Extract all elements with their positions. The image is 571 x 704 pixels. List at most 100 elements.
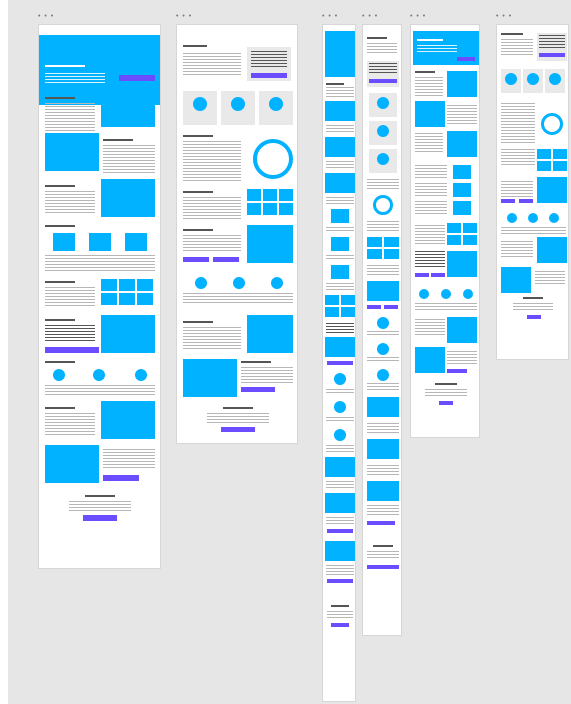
artboard-menu-icon[interactable]: • • • [362,13,378,20]
gallery-image [137,279,153,291]
cta-button[interactable] [415,273,429,277]
cta-button[interactable] [431,273,445,277]
body-text [45,191,95,213]
cta-button[interactable] [103,475,139,481]
body-text [183,53,241,77]
artboard-tablet[interactable] [410,24,480,438]
body-text [183,141,241,183]
stats-panel [537,33,567,61]
artboard-tablet-alt[interactable] [496,24,569,360]
gallery-image [101,279,117,291]
feature-icon [377,97,389,109]
cta-button[interactable] [447,369,467,373]
gallery-image [279,189,293,201]
cta-button[interactable] [327,529,353,533]
feature-icon [549,73,561,85]
gallery-image [341,295,355,305]
avatar-placeholder [528,213,538,223]
artboard-menu-icon[interactable]: • • • [410,13,426,20]
body-text [326,481,354,489]
avatar-placeholder [195,277,207,289]
hero-cta-button[interactable] [457,57,475,61]
gallery-image [553,149,567,159]
footer-text [367,551,399,559]
footer-button[interactable] [527,315,541,319]
image-placeholder [101,401,155,439]
body-text [45,103,95,133]
cta-button[interactable] [183,257,209,262]
cta-button[interactable] [241,387,275,392]
stats-button[interactable] [251,73,287,78]
body-text [45,325,95,343]
body-text [367,43,397,55]
image-placeholder [247,315,293,353]
body-text [45,413,95,435]
hero-cta-button[interactable] [119,75,155,81]
image-placeholder [325,457,355,477]
artboard-desktop-alt[interactable] [176,24,298,444]
image-placeholder [415,347,445,373]
feature-card [501,69,521,93]
artboard-mobile[interactable] [322,24,356,702]
body-text [415,225,445,245]
image-placeholder [45,133,99,171]
artboard-menu-icon[interactable]: • • • [322,13,338,20]
footer-button[interactable] [83,515,117,521]
avatar-placeholder [334,401,346,413]
image-placeholder [325,337,355,357]
artboard-menu-icon[interactable]: • • • [38,13,54,20]
footer-button[interactable] [331,623,349,627]
gallery-image [447,223,461,233]
feature-icon [377,125,389,137]
stats-text [369,63,397,75]
stats-button[interactable] [369,79,397,83]
design-canvas[interactable]: • • • • • • • • • • • • • • • • • • [8,0,571,704]
footer-heading [223,407,253,409]
cta-button[interactable] [367,305,381,309]
stats-button[interactable] [539,53,565,57]
cta-button[interactable] [384,305,398,309]
body-text [535,271,565,285]
image-placeholder [247,225,293,263]
gallery-image [341,307,355,317]
body-text [501,149,535,167]
footer-text [327,611,353,619]
body-text [183,327,241,349]
card-text [415,201,447,215]
body-text [501,39,533,55]
gallery-image [119,293,135,305]
stats-text [251,51,287,67]
avatar-placeholder [441,289,451,299]
cta-button[interactable] [327,579,353,583]
artboard-menu-icon[interactable]: • • • [496,13,512,20]
cta-button[interactable] [519,199,533,203]
gallery-image [537,149,551,159]
footer-text [425,389,467,397]
cta-button[interactable] [327,361,353,365]
cta-button[interactable] [501,199,515,203]
section-heading [326,83,344,85]
cta-button[interactable] [45,347,99,353]
footer-button[interactable] [367,565,399,569]
body-text [103,449,155,469]
footer-button[interactable] [221,427,255,432]
card-image [53,233,75,251]
avatar-placeholder [53,369,65,381]
image-placeholder [325,173,355,193]
artboard-menu-icon[interactable]: • • • [176,13,192,20]
cta-button[interactable] [213,257,239,262]
testimonial-text [326,417,354,423]
footer-button[interactable] [439,401,453,405]
feature-card [545,69,565,93]
gallery-image [463,235,477,245]
stats-text [539,35,565,49]
artboard-mobile-alt[interactable] [362,24,402,636]
footer-heading [85,495,115,497]
footer-text [513,303,553,311]
body-text [183,197,241,219]
cta-button[interactable] [367,521,395,525]
feature-icon [193,97,207,111]
feature-icon [269,97,283,111]
artboard-desktop[interactable] [38,24,161,569]
body-text [326,125,354,133]
